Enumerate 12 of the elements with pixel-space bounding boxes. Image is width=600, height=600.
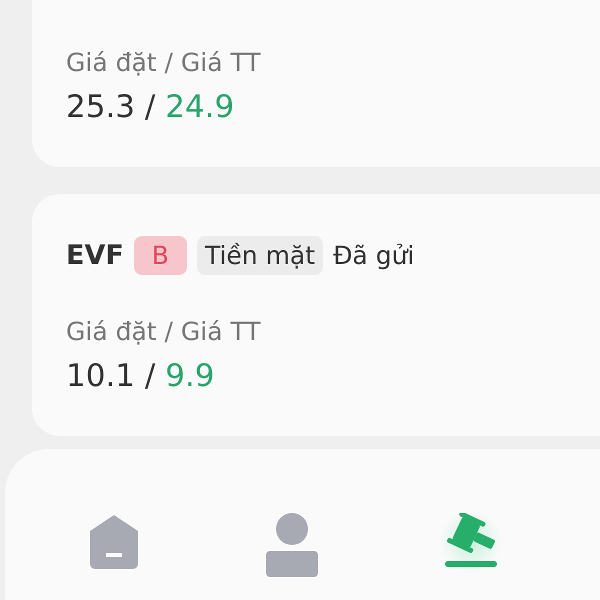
- price-value: 10.1 / 9.9: [66, 358, 216, 394]
- order-card[interactable]: Giá đặt / Giá TT 25.3 / 24.9: [32, 0, 600, 167]
- order-type-tag: Tiền mặt: [196, 236, 324, 275]
- order-card[interactable]: EVF B Tiền mặt Đã gửi Giá đặt / Giá TT 10.1 / 9.9: [32, 194, 600, 436]
- price-label: Giá đặt / Giá TT: [66, 48, 262, 77]
- side-badge: B: [134, 236, 187, 275]
- user-icon: [264, 513, 320, 577]
- price-label: Giá đặt / Giá TT: [66, 317, 262, 346]
- price-value: 25.3 / 24.9: [66, 89, 236, 125]
- gavel-icon: [442, 513, 499, 569]
- stock-symbol: EVF: [66, 240, 124, 271]
- order-status: Đã gửi: [333, 241, 414, 270]
